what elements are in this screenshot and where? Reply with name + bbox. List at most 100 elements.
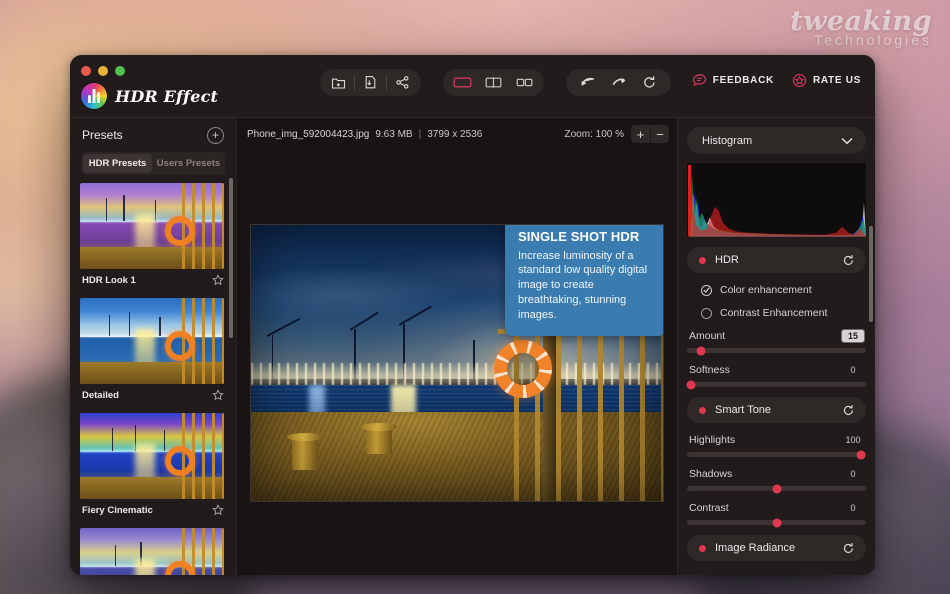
slider-track[interactable] <box>687 452 866 457</box>
slider-track[interactable] <box>687 348 866 353</box>
slider-label: Contrast <box>689 502 729 514</box>
histogram-canvas <box>687 163 866 237</box>
preset-label: HDR Look 1 <box>82 275 136 286</box>
app-title: HDR Effect <box>115 87 218 106</box>
file-tool-group <box>320 69 421 96</box>
radio-unchecked-icon <box>701 308 712 319</box>
history-tool-group <box>566 69 671 96</box>
adjustments-scrollbar[interactable] <box>869 226 873 322</box>
slider-knob[interactable] <box>772 484 781 493</box>
section-header-image-radiance[interactable]: Image Radiance <box>687 535 866 561</box>
feedback-button[interactable]: FEEDBACK <box>692 73 774 88</box>
close-button[interactable] <box>81 66 91 76</box>
rate-us-button[interactable]: RATE US <box>792 73 861 88</box>
slider-knob[interactable] <box>697 346 706 355</box>
section-toggle-dot[interactable] <box>699 257 706 264</box>
tab-hdr-presets[interactable]: HDR Presets <box>83 154 152 173</box>
redo-icon[interactable] <box>603 69 634 96</box>
favorite-star-icon[interactable] <box>212 504 224 516</box>
section-header-smart-tone[interactable]: Smart Tone <box>687 397 866 423</box>
title-bar: HDR Effect <box>70 55 875 117</box>
slider-header: Shadows 0 <box>687 468 866 480</box>
section-header-hdr[interactable]: HDR <box>687 247 866 273</box>
slider-header: Softness 0 <box>687 364 866 376</box>
slider-value-input[interactable]: 15 <box>842 330 864 342</box>
watermark-brand: tweaking <box>790 8 932 35</box>
preset-label: Detailed <box>82 390 119 401</box>
app-brand: HDR Effect <box>81 83 218 109</box>
preset-thumbnail[interactable] <box>80 528 224 575</box>
preset-thumbnail-art <box>80 183 224 269</box>
slider-track[interactable] <box>687 486 866 491</box>
reset-icon[interactable] <box>842 404 855 417</box>
panel-mode-value: Histogram <box>702 135 752 147</box>
presets-scrollbar[interactable] <box>229 178 233 338</box>
file-name: Phone_img_592004423.jpg <box>247 129 369 140</box>
favorite-star-icon[interactable] <box>212 389 224 401</box>
reset-icon[interactable] <box>842 542 855 555</box>
radio-contrast-enhancement[interactable]: Contrast Enhancement <box>701 307 866 319</box>
preset-item[interactable]: Detailed <box>80 298 226 401</box>
share-icon[interactable] <box>387 69 418 96</box>
slider-value[interactable]: 100 <box>842 434 864 446</box>
reset-icon[interactable] <box>634 69 665 96</box>
section-toggle-dot[interactable] <box>699 407 706 414</box>
view-single-icon[interactable] <box>447 69 478 96</box>
section-toggle-dot[interactable] <box>699 545 706 552</box>
watermark: tweaking Technologies <box>790 8 932 48</box>
presets-title: Presets <box>82 128 123 142</box>
star-badge-icon <box>792 73 807 88</box>
view-compare-icon[interactable] <box>509 69 540 96</box>
slider-knob[interactable] <box>687 380 696 389</box>
preset-meta: Fiery Cinematic <box>80 499 226 516</box>
slider-track[interactable] <box>687 382 866 387</box>
app-logo-icon <box>81 83 107 109</box>
preset-thumbnail[interactable] <box>80 298 224 384</box>
slider-knob[interactable] <box>772 518 781 527</box>
save-image-icon[interactable] <box>355 69 386 96</box>
canvas-area[interactable]: SINGLE SHOT HDR Increase luminosity of a… <box>237 150 677 575</box>
undo-icon[interactable] <box>572 69 603 96</box>
main-toolbar <box>320 69 671 96</box>
view-split-vertical-icon[interactable] <box>478 69 509 96</box>
slider-contrast: Contrast 0 <box>687 502 866 525</box>
edited-photo[interactable]: SINGLE SHOT HDR Increase luminosity of a… <box>250 224 664 502</box>
minimize-button[interactable] <box>98 66 108 76</box>
preset-item[interactable] <box>80 528 226 575</box>
slider-value[interactable]: 0 <box>842 502 864 514</box>
maximize-button[interactable] <box>115 66 125 76</box>
add-folder-icon[interactable] <box>323 69 354 96</box>
preset-thumbnail-art <box>80 413 224 499</box>
file-dimensions: 3799 x 2536 <box>427 129 482 140</box>
preset-thumbnail[interactable] <box>80 413 224 499</box>
preset-item[interactable]: Fiery Cinematic <box>80 413 226 516</box>
photo-life-ring <box>494 340 552 398</box>
preset-item[interactable]: HDR Look 1 <box>80 183 226 286</box>
slider-value[interactable]: 0 <box>842 468 864 480</box>
chevron-down-icon <box>841 137 853 145</box>
presets-list[interactable]: HDR Look 1 <box>70 183 236 575</box>
slider-knob[interactable] <box>856 450 865 459</box>
zoom-out-button[interactable]: − <box>650 125 669 143</box>
presets-tabs: HDR Presets Users Presets <box>81 152 225 175</box>
section-title: Image Radiance <box>715 542 833 554</box>
photo-bollard <box>292 438 318 470</box>
file-size: 9.63 MB <box>375 129 412 140</box>
preset-label: Fiery Cinematic <box>82 505 153 516</box>
window-controls <box>81 66 125 76</box>
zoom-in-button[interactable]: + <box>631 125 650 143</box>
slider-value[interactable]: 0 <box>842 364 864 376</box>
radio-color-enhancement[interactable]: Color enhancement <box>701 284 866 296</box>
histogram-display <box>687 163 866 237</box>
add-preset-button[interactable]: + <box>207 127 224 144</box>
panel-mode-select[interactable]: Histogram <box>687 127 866 154</box>
canvas-column: Phone_img_592004423.jpg 9.63 MB | 3799 x… <box>236 117 677 575</box>
app-window: HDR Effect <box>70 55 875 575</box>
slider-shadows: Shadows 0 <box>687 468 866 491</box>
slider-track[interactable] <box>687 520 866 525</box>
preset-thumbnail[interactable] <box>80 183 224 269</box>
favorite-star-icon[interactable] <box>212 274 224 286</box>
reset-icon[interactable] <box>842 254 855 267</box>
tab-users-presets[interactable]: Users Presets <box>154 154 223 173</box>
slider-label: Amount <box>689 330 725 342</box>
